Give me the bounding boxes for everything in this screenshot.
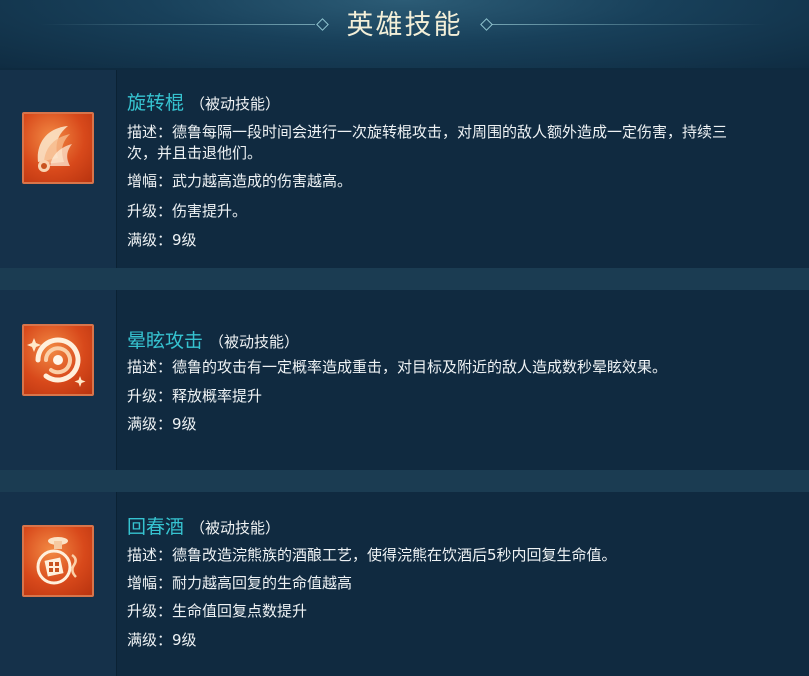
skill-description-cont: 次，并且击退他们。 xyxy=(127,144,263,162)
skill-description: 描述：德鲁的攻击有一定概率造成重击，对目标及附近的敌人造成数秒晕眩效果。 xyxy=(127,358,668,376)
skill-name: 回春酒 xyxy=(127,516,185,538)
skill-amplify: 增幅：耐力越高回复的生命值越高 xyxy=(127,574,353,592)
skill-description: 描述：德鲁改造浣熊族的酒酿工艺，使得浣熊在饮酒后5秒内回复生命值。 xyxy=(127,546,617,564)
skill-title: 晕眩攻击 （被动技能） xyxy=(127,326,299,353)
skill-card-wine-gourd: 回春酒 （被动技能） 描述：德鲁改造浣熊族的酒酿工艺，使得浣熊在饮酒后5秒内回复生… xyxy=(0,492,809,676)
skill-name: 晕眩攻击 xyxy=(127,330,204,352)
page-header: 英雄技能 xyxy=(0,0,809,68)
skill-icon-column xyxy=(0,70,117,268)
separator xyxy=(0,268,809,290)
skill-max-level: 满级：9级 xyxy=(127,631,197,649)
spinning-staff-icon xyxy=(22,112,94,184)
skill-name: 旋转棍 xyxy=(127,92,185,114)
skill-card-spinning-staff: 旋转棍 （被动技能） 描述：德鲁每隔一段时间会进行一次旋转棍攻击，对周围的敌人额外… xyxy=(0,70,809,268)
skill-max-level: 满级：9级 xyxy=(127,231,197,249)
skill-title: 旋转棍 （被动技能） xyxy=(127,88,280,115)
skill-card-swirl-stun: 晕眩攻击 （被动技能） 描述：德鲁的攻击有一定概率造成重击，对目标及附近的敌人造成… xyxy=(0,290,809,470)
skill-title: 回春酒 （被动技能） xyxy=(127,512,280,539)
skill-upgrade: 升级：释放概率提升 xyxy=(127,387,263,405)
header-decoration-right xyxy=(492,24,767,25)
swirl-stun-icon xyxy=(22,324,94,396)
wine-gourd-icon xyxy=(22,525,94,597)
skill-description: 描述：德鲁每隔一段时间会进行一次旋转棍攻击，对周围的敌人额外造成一定伤害，持续三 xyxy=(127,123,728,141)
skill-upgrade: 升级：生命值回复点数提升 xyxy=(127,602,308,620)
skill-type: （被动技能） xyxy=(190,95,281,113)
skill-max-level: 满级：9级 xyxy=(127,415,197,433)
skill-type: （被动技能） xyxy=(209,333,300,351)
skill-amplify: 增幅：武力越高造成的伤害越高。 xyxy=(127,172,353,190)
skill-icon-column xyxy=(0,492,117,676)
skill-type: （被动技能） xyxy=(190,519,281,537)
skill-upgrade: 升级：伤害提升。 xyxy=(127,202,248,220)
skill-icon-column xyxy=(0,290,117,470)
separator xyxy=(0,470,809,492)
page-title: 英雄技能 xyxy=(346,10,463,41)
